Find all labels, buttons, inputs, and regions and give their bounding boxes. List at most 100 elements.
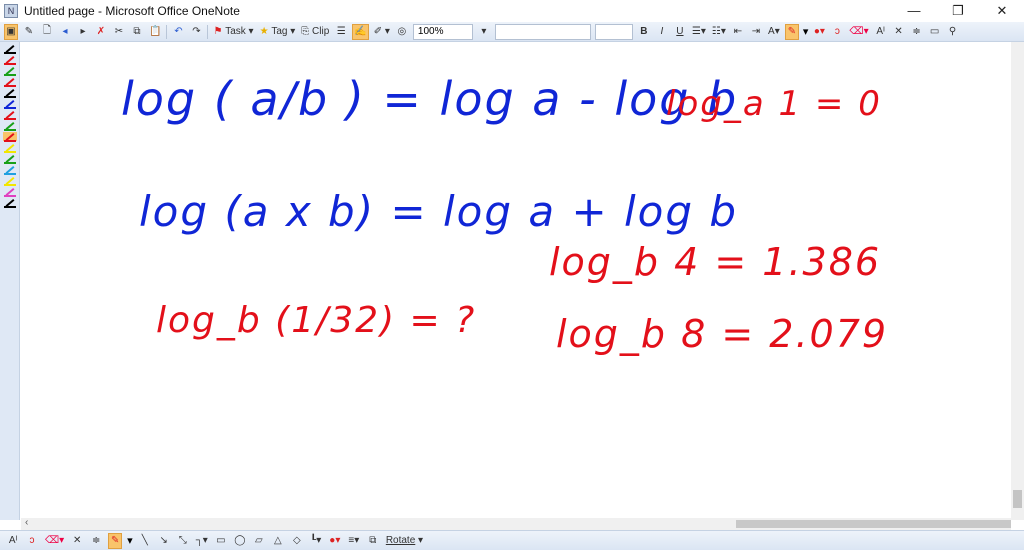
pen-dropdown-button[interactable]: ✐ ▾ [373,24,391,40]
pen-swatch[interactable] [3,176,17,186]
pen-swatch[interactable] [3,121,17,131]
flag-icon: ⚑ [213,26,223,37]
pen-swatch[interactable] [3,99,17,109]
full-page-view-button[interactable]: ▣ [4,23,18,40]
ink-log-b-8: log_b 8 = 2.079 [556,312,889,356]
ellipse-tool-icon[interactable]: ◯ [233,533,247,549]
pin-icon[interactable]: ✎ [22,24,36,40]
rotate-button[interactable]: Rotate ▾ [385,533,424,549]
vertical-scrollbar[interactable] [1011,42,1024,520]
paste-icon[interactable]: 📋 [148,24,162,40]
pen-swatch[interactable] [3,44,17,54]
increase-indent-button[interactable]: ⇥ [749,24,763,40]
bullets-button[interactable]: ☰▾ [691,24,707,40]
standard-toolbar: ▣ ✎ 🗋 ◂ ▸ ✗ ✂ ⧉ 📋 ↶ ↷ ⚑ Task ▾ ★ Tag ▾ ⎘… [0,22,1024,42]
ink-log-of-one: log_a 1 = 0 [666,84,882,124]
double-arrow-tool-icon[interactable]: ⤡ [176,533,190,549]
insert-space-icon[interactable]: ≑ [89,533,103,549]
forward-button[interactable]: ▸ [76,24,90,40]
pen-swatch[interactable] [3,110,17,120]
zoom-select[interactable]: 100% [412,23,473,40]
pen-swatch[interactable] [3,66,17,76]
task-button[interactable]: ⚑ Task ▾ [212,24,254,40]
rotate-label: Rotate [385,535,416,546]
line-tool-icon[interactable]: ╲ [138,533,152,549]
tag-label: Tag [271,26,288,37]
delete-icon[interactable]: ✕ [892,24,906,40]
title-bar: N Untitled page - Microsoft Office OneNo… [0,0,1024,22]
underline-button[interactable]: U [673,24,687,40]
pen-swatch[interactable] [3,132,17,142]
pen-swatch[interactable] [3,198,17,208]
pen-swatch[interactable] [3,154,17,164]
cut-icon[interactable]: ✂ [112,24,126,40]
copy-icon[interactable]: ⧉ [130,24,144,40]
onenote-app-icon: N [4,4,18,18]
sync-icon[interactable]: ◎ [395,24,409,40]
delete-page-button[interactable]: ✗ [94,24,108,40]
pen-swatch[interactable] [3,143,17,153]
parallelogram-tool-icon[interactable]: ▱ [252,533,266,549]
ink-product-rule: log (a x b) = log a + log b [139,187,739,236]
diamond-tool-icon[interactable]: ◇ [290,533,304,549]
delete-icon[interactable]: ✕ [70,533,84,549]
page-icon[interactable]: ▭ [928,24,942,40]
pen-palette [0,42,20,520]
task-label: Task [225,26,246,37]
eraser-icon[interactable]: ⌫▾ [848,24,869,40]
font-name-select[interactable] [494,23,591,40]
lasso-icon[interactable]: ↄ [830,24,844,40]
horizontal-scroll-thumb[interactable] [736,520,1011,528]
drawing-toolbar: Aᴵ ↄ ⌫▾ ✕ ≑ ✎ ▾ ╲ ↘ ⤡ ┐▾ ▭ ◯ ▱ △ ◇ ┖▾ ●▾ … [0,530,1024,550]
page-canvas[interactable]: log ( a/b ) = log a - log b log_a 1 = 0 … [21,42,1011,518]
horizontal-scrollbar[interactable]: ‹ [21,517,1011,530]
tag-button[interactable]: ★ Tag ▾ [259,24,297,40]
connector-tool-icon[interactable]: ┖▾ [309,533,323,549]
italic-button[interactable]: I [655,24,669,40]
close-button[interactable]: ✕ [980,0,1024,22]
rectangle-tool-icon[interactable]: ▭ [214,533,228,549]
restore-button[interactable]: ❐ [936,0,980,22]
bold-button[interactable]: B [637,24,651,40]
lasso-icon[interactable]: ↄ [25,533,39,549]
new-page-button[interactable]: 🗋 [40,24,54,40]
color-wheel-button[interactable]: ●▾ [812,24,826,40]
pen-color-button[interactable]: ✎ [784,23,799,40]
font-color-button[interactable]: A▾ [767,24,781,40]
line-weight-icon[interactable]: ≡▾ [347,533,361,549]
back-button[interactable]: ◂ [58,24,72,40]
type-mode-icon[interactable]: Aᴵ [6,533,20,549]
research-icon[interactable]: ⚲ [946,24,960,40]
clip-label: Clip [312,26,330,37]
eraser-icon[interactable]: ⌫▾ [44,533,65,549]
page-list-button[interactable]: ☰ [334,24,348,40]
color-picker-icon[interactable]: ●▾ [328,533,342,549]
pen-color-button[interactable]: ✎ [108,532,123,549]
pen-swatch[interactable] [3,165,17,175]
arrange-icon[interactable]: ⧉ [366,533,380,549]
pen-swatch[interactable] [3,187,17,197]
axes-tool-icon[interactable]: ┐▾ [195,533,209,549]
scroll-left-arrow[interactable]: ‹ [25,517,28,528]
arrow-tool-icon[interactable]: ↘ [157,533,171,549]
pen-swatch[interactable] [3,77,17,87]
zoom-dropdown-arrow[interactable]: ▾ [477,24,491,40]
insert-space-icon[interactable]: ≑ [910,24,924,40]
undo-button[interactable]: ↶ [171,24,185,40]
type-mode-icon[interactable]: Aᴵ [874,24,888,40]
vertical-scroll-thumb[interactable] [1013,490,1022,508]
window-title: Untitled page - Microsoft Office OneNote [24,4,240,18]
ink-question: log_b (1/32) = ? [156,300,477,341]
pen-swatch[interactable] [3,55,17,65]
pen-mode-button[interactable]: ✍ [352,23,369,40]
minimize-button[interactable]: — [892,0,936,22]
ink-quotient-rule: log ( a/b ) = log a - log b [121,72,739,126]
ink-log-b-4: log_b 4 = 1.386 [549,240,882,284]
font-size-select[interactable] [594,23,633,40]
decrease-indent-button[interactable]: ⇤ [731,24,745,40]
clip-button[interactable]: ⎘ Clip [300,24,330,40]
redo-button[interactable]: ↷ [189,24,203,40]
numbering-button[interactable]: ☷▾ [711,24,727,40]
pen-swatch[interactable] [3,88,17,98]
triangle-tool-icon[interactable]: △ [271,533,285,549]
